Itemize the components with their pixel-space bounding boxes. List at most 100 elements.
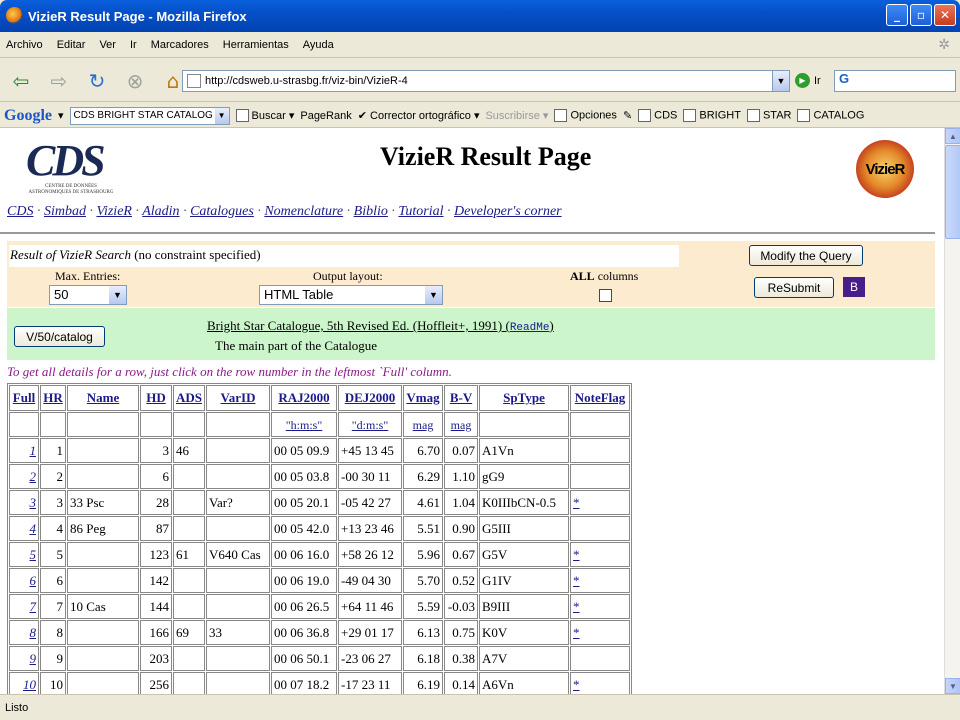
scroll-up-icon[interactable]: ▲ xyxy=(945,128,960,144)
col-noteflag[interactable]: NoteFlag xyxy=(575,390,626,405)
nav-link-developers[interactable]: Developer's corner xyxy=(454,204,562,219)
note-flag-link[interactable]: * xyxy=(573,599,580,614)
options-button[interactable]: Opciones xyxy=(554,109,617,122)
unit-vmag[interactable]: mag xyxy=(413,418,434,432)
note-flag-link[interactable]: * xyxy=(573,547,580,562)
nav-link-biblio[interactable]: Biblio xyxy=(354,204,388,219)
menu-ayuda[interactable]: Ayuda xyxy=(303,39,334,51)
forward-button[interactable]: ⇨ xyxy=(42,66,76,96)
menu-marcadores[interactable]: Marcadores xyxy=(151,39,209,51)
scroll-down-icon[interactable]: ▼ xyxy=(945,678,960,694)
subscribe-button[interactable]: Suscribirse ▾ xyxy=(485,109,548,122)
back-button[interactable]: ⇦ xyxy=(4,66,38,96)
all-columns-checkbox[interactable] xyxy=(599,289,612,302)
col-b-v[interactable]: B-V xyxy=(450,390,472,405)
col-sptype[interactable]: SpType xyxy=(503,390,545,405)
row-full-link[interactable]: 2 xyxy=(30,469,37,484)
row-full-link[interactable]: 1 xyxy=(30,443,37,458)
max-entries-select[interactable]: 50 ▼ xyxy=(49,285,127,305)
cell-ads xyxy=(173,516,206,541)
menu-ver[interactable]: Ver xyxy=(99,39,116,51)
col-dej2000[interactable]: DEJ2000 xyxy=(345,390,396,405)
cell-noteflag xyxy=(570,516,631,541)
unit-dej2000[interactable]: "d:m:s" xyxy=(352,418,388,432)
row-full-link[interactable]: 8 xyxy=(30,625,37,640)
minimize-button[interactable]: _ xyxy=(886,4,908,26)
note-flag-link[interactable]: * xyxy=(573,573,580,588)
search-term-bright[interactable]: BRIGHT xyxy=(683,109,741,122)
nav-link-catalogues[interactable]: Catalogues xyxy=(190,204,254,219)
address-bar[interactable]: http://cdsweb.u-strasbg.fr/viz-bin/Vizie… xyxy=(182,70,790,92)
note-flag-link[interactable]: * xyxy=(573,677,580,692)
row-full-link[interactable]: 9 xyxy=(30,651,37,666)
google-logo[interactable]: Google xyxy=(4,107,52,125)
search-term-star[interactable]: STAR xyxy=(746,109,791,122)
page-title: VizieR Result Page xyxy=(380,142,592,171)
output-layout-select[interactable]: HTML Table ▼ xyxy=(259,285,443,305)
vertical-scrollbar[interactable]: ▲ ▼ xyxy=(944,128,960,694)
catalog-id-button[interactable]: V/50/catalog xyxy=(14,326,105,347)
cell-noteflag xyxy=(570,438,631,463)
google-g-icon xyxy=(235,109,249,123)
google-query: CDS BRIGHT STAR CATALOG xyxy=(73,110,213,121)
search-term-cds[interactable]: CDS xyxy=(638,109,677,122)
menu-archivo[interactable]: Archivo xyxy=(6,39,43,51)
search-term-catalog[interactable]: CATALOG xyxy=(797,109,864,122)
google-search-input[interactable]: CDS BRIGHT STAR CATALOG ▼ xyxy=(69,106,230,125)
row-full-link[interactable]: 3 xyxy=(30,495,37,510)
go-button[interactable]: ▶ Ir xyxy=(795,73,821,88)
address-dropdown-icon[interactable]: ▼ xyxy=(772,71,789,91)
col-ads[interactable]: ADS xyxy=(176,390,202,405)
menu-editar[interactable]: Editar xyxy=(57,39,86,51)
row-full-link[interactable]: 7 xyxy=(30,599,37,614)
google-search-button[interactable]: Buscar ▾ xyxy=(235,109,294,123)
cds-logo[interactable]: CDS CENTRE DE DONNÉES ASTRONOMIQUES DE S… xyxy=(26,138,116,196)
scroll-thumb[interactable] xyxy=(945,145,960,239)
col-raj2000[interactable]: RAJ2000 xyxy=(278,390,329,405)
col-full[interactable]: Full xyxy=(13,390,35,405)
cell-raj2000: 00 06 26.5 xyxy=(271,594,338,619)
google-menu-icon[interactable]: ▾ xyxy=(58,109,64,122)
stop-button[interactable]: ⊗ xyxy=(118,66,152,96)
row-full-link[interactable]: 10 xyxy=(23,677,36,692)
menu-herramientas[interactable]: Herramientas xyxy=(223,39,289,51)
col-hd[interactable]: HD xyxy=(146,390,166,405)
maximize-button[interactable]: ▫ xyxy=(910,4,932,26)
row-full-link[interactable]: 6 xyxy=(30,573,37,588)
spellcheck-button[interactable]: ✔ Corrector ortográfico ▾ xyxy=(358,109,480,122)
note-flag-link[interactable]: * xyxy=(573,625,580,640)
note-flag-link[interactable]: * xyxy=(573,495,580,510)
site-nav: CDS · Simbad · VizieR · Aladin · Catalog… xyxy=(7,204,562,219)
cell-vmag: 6.19 xyxy=(403,672,444,694)
modify-query-button[interactable]: Modify the Query xyxy=(749,245,863,266)
nav-link-aladin[interactable]: Aladin xyxy=(142,204,179,219)
unit-raj2000[interactable]: "h:m:s" xyxy=(286,418,322,432)
col-vmag[interactable]: Vmag xyxy=(406,390,439,405)
cell-name xyxy=(67,620,139,645)
navigation-toolbar: ⇦ ⇨ ↻ ⊗ ⌂ http://cdsweb.u-strasbg.fr/viz… xyxy=(0,60,960,102)
nav-link-tutorial[interactable]: Tutorial xyxy=(398,204,443,219)
highlight-icon[interactable]: ✎ xyxy=(623,109,632,122)
options-icon xyxy=(554,109,568,122)
col-name[interactable]: Name xyxy=(87,390,120,405)
col-hr[interactable]: HR xyxy=(43,390,63,405)
cell-name xyxy=(67,464,139,489)
search-box[interactable]: G xyxy=(834,70,956,92)
row-full-link[interactable]: 5 xyxy=(30,547,37,562)
resubmit-button[interactable]: ReSubmit xyxy=(754,277,834,298)
row-full-link[interactable]: 4 xyxy=(30,521,37,536)
close-button[interactable]: ✕ xyxy=(934,4,956,26)
google-dropdown-icon[interactable]: ▼ xyxy=(214,107,229,124)
menu-ir[interactable]: Ir xyxy=(130,39,137,51)
pagerank-button[interactable]: PageRank xyxy=(300,110,351,122)
nav-link-simbad[interactable]: Simbad xyxy=(44,204,86,219)
reload-button[interactable]: ↻ xyxy=(80,66,114,96)
unit-b-v[interactable]: mag xyxy=(451,418,472,432)
nav-link-nomenclature[interactable]: Nomenclature xyxy=(264,204,343,219)
col-varid[interactable]: VarID xyxy=(221,390,256,405)
readme-link[interactable]: ReadMe xyxy=(510,322,550,334)
nav-link-cds[interactable]: CDS xyxy=(7,204,33,219)
nav-link-vizier[interactable]: VizieR xyxy=(96,204,132,219)
vizier-logo[interactable]: VizieR xyxy=(856,140,914,198)
b-button[interactable]: B xyxy=(843,277,865,297)
